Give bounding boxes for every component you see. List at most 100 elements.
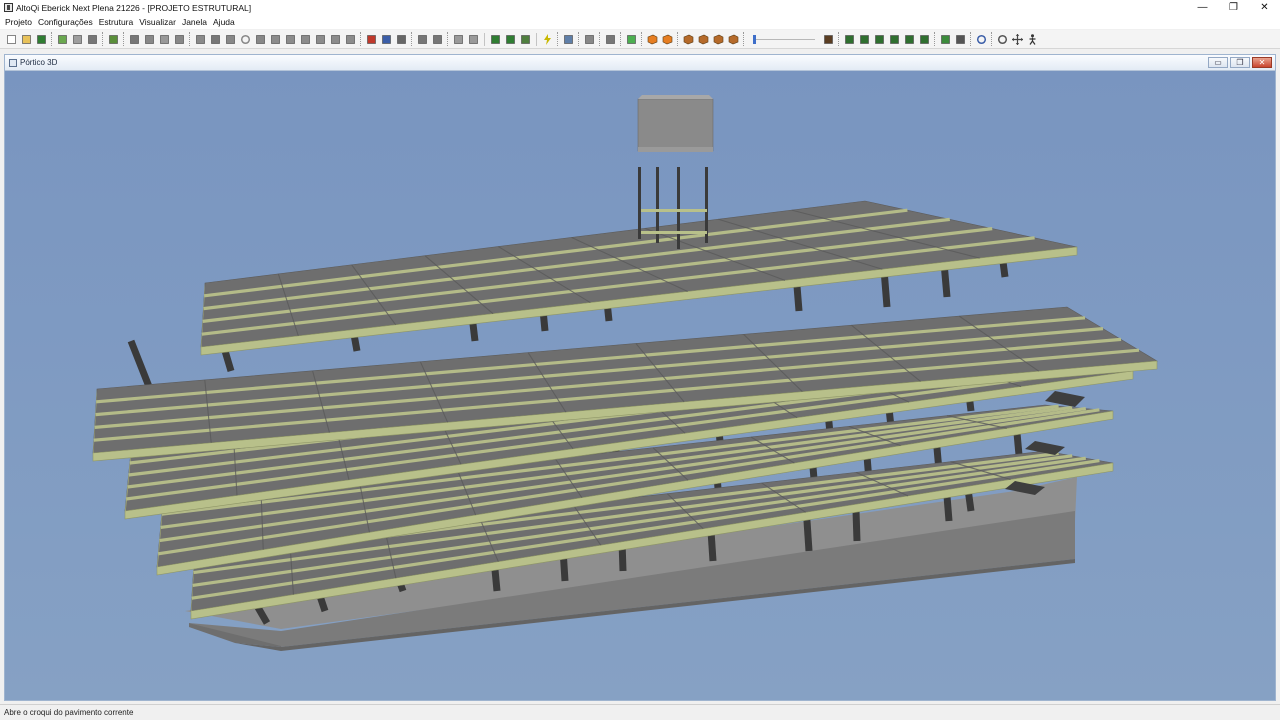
cube-icon[interactable]: [712, 33, 725, 46]
toolbar-grip[interactable]: [599, 32, 601, 46]
refresh-icon[interactable]: [562, 33, 575, 46]
toolbar-grip[interactable]: [934, 32, 936, 46]
walk-icon[interactable]: [1026, 33, 1039, 46]
expand-icon[interactable]: [954, 33, 967, 46]
portico-3d-window: Pórtico 3D ▭ ❐ ✕: [4, 54, 1276, 701]
menu-janela[interactable]: Janela: [179, 17, 210, 27]
arrow-icon[interactable]: [431, 33, 444, 46]
tree-icon[interactable]: [107, 33, 120, 46]
toolbar-grip[interactable]: [838, 32, 840, 46]
grid-icon[interactable]: [467, 33, 480, 46]
shape-icon[interactable]: [344, 33, 357, 46]
ruler-icon[interactable]: [822, 33, 835, 46]
toolbar-grip[interactable]: [411, 32, 413, 46]
toolbar-grip[interactable]: [123, 32, 125, 46]
toolbar-grip[interactable]: [991, 32, 993, 46]
wall-icon[interactable]: [173, 33, 186, 46]
menu-configuracoes[interactable]: Configurações: [35, 17, 96, 27]
toolbar-grip[interactable]: [677, 32, 679, 46]
level-icon[interactable]: [843, 33, 856, 46]
app-window: AltoQi Eberick Next Plena 21226 - [PROJE…: [0, 0, 1280, 720]
toolbar-grip[interactable]: [189, 32, 191, 46]
level-icon[interactable]: [903, 33, 916, 46]
toolbar-grip[interactable]: [360, 32, 362, 46]
shape-icon[interactable]: [269, 33, 282, 46]
tree-green-icon[interactable]: [939, 33, 952, 46]
detail-icon[interactable]: [583, 33, 596, 46]
minimize-button[interactable]: —: [1187, 0, 1218, 15]
child-restore-button[interactable]: ❐: [1230, 57, 1250, 68]
menu-visualizar[interactable]: Visualizar: [136, 17, 179, 27]
stair-icon[interactable]: [194, 33, 207, 46]
copy-icon[interactable]: [71, 33, 84, 46]
save-icon[interactable]: [35, 33, 48, 46]
grid-icon[interactable]: [452, 33, 465, 46]
toolbar-grip[interactable]: [51, 32, 53, 46]
report-icon[interactable]: [395, 33, 408, 46]
shape-icon[interactable]: [284, 33, 297, 46]
menu-ajuda[interactable]: Ajuda: [210, 17, 238, 27]
child-title-bar[interactable]: Pórtico 3D ▭ ❐ ✕: [5, 55, 1275, 71]
check-icon[interactable]: [625, 33, 638, 46]
lightning-icon[interactable]: [541, 33, 554, 46]
cube-orange-icon[interactable]: [646, 33, 659, 46]
shape-icon[interactable]: [299, 33, 312, 46]
cube-icon[interactable]: [727, 33, 740, 46]
level-icon[interactable]: [858, 33, 871, 46]
pan-icon[interactable]: [1011, 33, 1024, 46]
menu-bar: Projeto Configurações Estrutura Visualiz…: [0, 15, 1280, 29]
beam-icon[interactable]: [143, 33, 156, 46]
table-icon[interactable]: [504, 33, 517, 46]
level-icon[interactable]: [873, 33, 886, 46]
slider-track: [753, 38, 815, 40]
toolbar-grip[interactable]: [447, 32, 449, 46]
table-icon[interactable]: [489, 33, 502, 46]
transparency-slider[interactable]: [753, 33, 815, 46]
level-icon[interactable]: [888, 33, 901, 46]
box-icon[interactable]: [604, 33, 617, 46]
window-controls: — ❐ ✕: [1187, 0, 1280, 15]
rotate-icon[interactable]: [996, 33, 1009, 46]
slab-icon[interactable]: [158, 33, 171, 46]
foundation-icon[interactable]: [209, 33, 222, 46]
pencil-icon[interactable]: [56, 33, 69, 46]
cube-icon[interactable]: [682, 33, 695, 46]
shape-icon[interactable]: [329, 33, 342, 46]
slider-thumb[interactable]: [753, 34, 756, 44]
toolbar-grip[interactable]: [578, 32, 580, 46]
frame-3d-icon[interactable]: [365, 33, 378, 46]
toolbar-grip[interactable]: [102, 32, 104, 46]
menu-projeto[interactable]: Projeto: [2, 17, 35, 27]
cube-orange-icon[interactable]: [661, 33, 674, 46]
restore-button[interactable]: ❐: [1218, 0, 1249, 15]
zoom-icon[interactable]: [975, 33, 988, 46]
print-icon[interactable]: [86, 33, 99, 46]
child-close-button[interactable]: ✕: [1252, 57, 1272, 68]
title-bar: AltoQi Eberick Next Plena 21226 - [PROJE…: [0, 0, 1280, 15]
3d-viewport[interactable]: [5, 71, 1275, 700]
new-icon[interactable]: [5, 33, 18, 46]
hexagon-icon[interactable]: [254, 33, 267, 46]
chart-icon[interactable]: [519, 33, 532, 46]
level-icon[interactable]: [918, 33, 931, 46]
toolbar-grip[interactable]: [641, 32, 643, 46]
toolbar-grip[interactable]: [970, 32, 972, 46]
status-text: Abre o croqui do pavimento corrente: [4, 708, 134, 717]
block-icon[interactable]: [224, 33, 237, 46]
circle-icon[interactable]: [239, 33, 252, 46]
view-3d-icon[interactable]: [380, 33, 393, 46]
toolbar-grip[interactable]: [557, 32, 559, 46]
toolbar-grip[interactable]: [620, 32, 622, 46]
cube-icon[interactable]: [697, 33, 710, 46]
structure-3d-model: [92, 95, 1158, 651]
arrow-icon[interactable]: [416, 33, 429, 46]
child-minimize-button[interactable]: ▭: [1208, 57, 1228, 68]
toolbar-grip[interactable]: [743, 32, 745, 46]
pillar-icon[interactable]: [128, 33, 141, 46]
frame-3d-icon: [9, 58, 17, 67]
window-title: AltoQi Eberick Next Plena 21226 - [PROJE…: [16, 2, 252, 13]
menu-estrutura[interactable]: Estrutura: [96, 17, 137, 27]
open-icon[interactable]: [20, 33, 33, 46]
close-button[interactable]: ✕: [1249, 0, 1280, 15]
shape-icon[interactable]: [314, 33, 327, 46]
